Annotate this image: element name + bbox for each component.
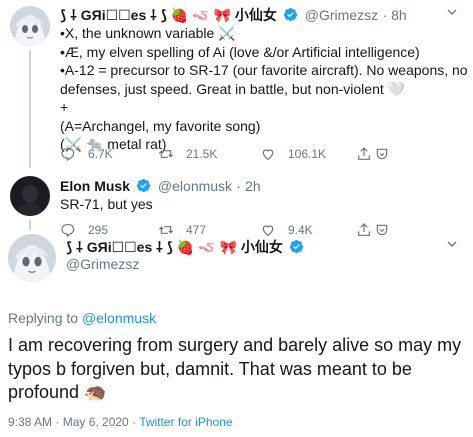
tweet1-line: + (60, 99, 69, 115)
reply-icon (61, 224, 75, 238)
more-options-icon[interactable] (444, 4, 460, 25)
retweet-button[interactable]: 21.5K (158, 146, 217, 162)
avatar-grimes[interactable] (8, 234, 56, 282)
tweet1-actions: 6.7K 21.5K 106.1K (60, 144, 470, 164)
avatar-grimes[interactable] (10, 6, 50, 46)
tweet1-line: •Æ, my elven spelling of Ai (love &/or A… (60, 43, 420, 60)
thread-line (29, 220, 31, 230)
tweet1-line: defenses, just speed. Great in battle, b… (60, 80, 406, 97)
reply-count: 6.7K (88, 147, 113, 161)
replying-handle-link[interactable]: @elonmusk (82, 310, 156, 326)
share-icon (358, 223, 370, 236)
tweet3-text: I am recovering from surgery and barely … (8, 335, 462, 402)
tweet1-handle[interactable]: @Grimezsz (305, 7, 378, 23)
tweet3-display-name-row: ⟆ ⸸ GЯi☐☐es ⸸ ⟆ 🍓 🪱 🎀 小仙女 (66, 238, 306, 256)
like-button[interactable]: 106.1K (260, 146, 326, 162)
share-button[interactable] (356, 146, 390, 162)
tweet1-time[interactable]: · 8h (383, 7, 407, 23)
tweet1-display-name[interactable]: ⟆ ⸸ GЯi☐☐es ⸸ ⟆ 🍓 🪱 🎀 小仙女 (60, 7, 277, 23)
retweet-button[interactable]: 477 (158, 222, 206, 238)
reply-icon (61, 148, 75, 162)
tweet1-header: ⟆ ⸸ GЯi☐☐es ⸸ ⟆ 🍓 🪱 🎀 小仙女 @Grimezsz · 8h (60, 6, 407, 24)
verified-icon (284, 7, 298, 22)
tweet2-display-name[interactable]: Elon Musk (60, 178, 130, 194)
like-count: 106.1K (288, 147, 327, 161)
tweet1-line: (A=Archangel, my favorite song) (60, 117, 261, 134)
reply-button[interactable]: 295 (60, 222, 108, 238)
tweet3-meta: 9:38 AM · May 6, 2020 · Twitter for iPho… (8, 415, 233, 429)
verified-icon (290, 239, 304, 254)
tweet3-display-name[interactable]: ⟆ ⸸ GЯi☐☐es ⸸ ⟆ 🍓 🪱 🎀 小仙女 (66, 239, 283, 255)
tweet3-handle[interactable]: @Grimezsz (66, 256, 139, 272)
retweet-icon (158, 150, 174, 158)
retweet-count: 21.5K (186, 147, 218, 161)
more-options-icon[interactable] (444, 236, 460, 257)
tweet1-text: •X, the unknown variable ⚔️ •Æ, my elven… (60, 24, 470, 154)
tweet1-line: •A-12 = precursor to SR-17 (our favorite… (60, 62, 468, 78)
tweet3-source-link[interactable]: Twitter for iPhone (139, 415, 232, 429)
tweet2-handle[interactable]: @elonmusk (158, 178, 232, 194)
tweet2-actions: 295 477 9.4K (60, 220, 470, 240)
heart-shield-icon (376, 148, 388, 160)
verified-icon (137, 178, 151, 193)
like-count: 9.4K (288, 223, 313, 237)
heart-icon (262, 149, 274, 161)
tweet2-text: SR-71, but yes (60, 196, 153, 212)
thread-line (29, 50, 31, 168)
like-button[interactable]: 9.4K (260, 222, 313, 238)
tweet2-time[interactable]: · 2h (237, 178, 261, 194)
tweet1-line: •X, the unknown variable ⚔️ (60, 25, 236, 41)
retweet-icon (158, 226, 174, 234)
tweet3-timestamp[interactable]: 9:38 AM · May 6, 2020 · (8, 415, 136, 429)
heart-icon (262, 225, 274, 237)
share-icon (358, 147, 370, 160)
tweet2-header: Elon Musk @elonmusk · 2h (60, 177, 261, 195)
avatar-elon[interactable] (10, 176, 50, 216)
reply-count: 295 (88, 223, 109, 237)
reply-button[interactable]: 6.7K (60, 146, 113, 162)
share-button[interactable] (356, 222, 390, 238)
replying-to: Replying to @elonmusk (8, 310, 156, 326)
heart-shield-icon (376, 224, 388, 236)
retweet-count: 477 (186, 223, 207, 237)
replying-prefix: Replying to (8, 310, 79, 326)
